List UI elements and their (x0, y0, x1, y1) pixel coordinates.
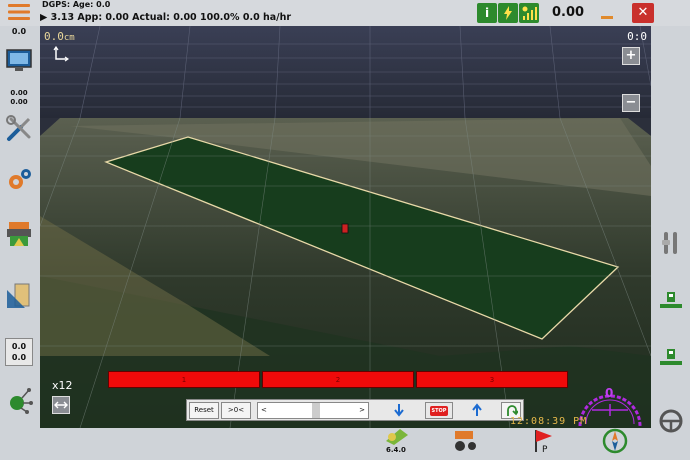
width-toggle-button[interactable] (52, 396, 70, 414)
clock: 12:08:39 PM (510, 416, 588, 427)
compass-icon[interactable] (602, 428, 628, 454)
cross-track-offset: 0.0cm (44, 30, 75, 43)
stop-button[interactable]: STOP (425, 402, 453, 419)
monitor-icon (6, 49, 32, 71)
bolt-icon (504, 6, 512, 20)
map-view[interactable]: 0.0cm 0:0 + − x12 1 2 3 0 (40, 26, 651, 428)
left-toolbar: 0.0 0.00 0.00 0.0 0.0 (0, 0, 38, 460)
network-nodes-icon (10, 388, 33, 414)
dgps-age: DGPS: Age: 0.0 (42, 0, 111, 9)
field-app-icon[interactable] (382, 425, 412, 447)
arrow-up-icon (472, 403, 482, 416)
version-label: 6.4.0 (386, 446, 406, 454)
settings-button[interactable] (5, 166, 33, 194)
field-map (40, 26, 651, 428)
tram-right-icon (660, 349, 682, 365)
slider-right-arrow[interactable]: > (359, 403, 365, 418)
move-down-button[interactable] (387, 402, 411, 417)
menu-button[interactable] (5, 1, 33, 23)
field-data-button[interactable] (5, 220, 33, 248)
box-value2: 0.0 (11, 353, 27, 362)
autosteer-button[interactable] (658, 408, 684, 434)
section-2[interactable]: 2 (262, 371, 414, 388)
tram-line-right-button[interactable] (658, 345, 684, 371)
gears-icon (9, 169, 31, 189)
tools-button[interactable] (5, 115, 33, 143)
close-button[interactable]: ✕ (632, 3, 654, 23)
close-icon: ✕ (637, 5, 649, 20)
axis-toggle-button[interactable] (53, 46, 69, 62)
slider-thumb[interactable] (312, 403, 320, 418)
flag-icon[interactable]: P (530, 428, 556, 454)
section-1[interactable]: 1 (108, 371, 260, 388)
printer-field-icon (7, 222, 31, 246)
top-status-bar: DGPS: Age: 0.0 ▶ 3.13 App: 0.00 Actual: … (0, 0, 690, 26)
stop-icon: STOP (429, 406, 449, 416)
zoom-out-button[interactable]: − (622, 94, 640, 112)
speed-readout: 0.00 (552, 5, 585, 20)
plus-icon: + (625, 48, 637, 63)
tram-left-icon (660, 292, 682, 308)
info-icon[interactable]: i (477, 3, 497, 23)
zoom-in-button[interactable]: + (622, 47, 640, 65)
hamburger-icon (8, 4, 30, 20)
svg-text:P: P (542, 445, 548, 454)
left-value2-bottom: 0.00 (10, 98, 28, 106)
wrench-screwdriver-icon (6, 115, 31, 141)
power-icon[interactable] (498, 3, 518, 23)
offset-right-readout: 0:0 (627, 30, 647, 43)
application-status: ▶ 3.13 App: 0.00 Actual: 0.00 100.0% 0.0… (40, 12, 292, 23)
arrow-down-icon (394, 404, 404, 417)
minus-icon: − (625, 95, 637, 110)
steering-wheel-icon (659, 409, 683, 433)
satellite-icon (522, 6, 537, 20)
box-value1: 0.0 (11, 342, 27, 351)
left-value-top: 0.0 (11, 27, 27, 36)
gauge-value: 0 (605, 386, 614, 400)
ruler-triangle-icon (7, 283, 30, 308)
guidance-toolbar: Reset >0< < > STOP (186, 399, 524, 421)
slider-left-arrow[interactable]: < (261, 403, 267, 418)
value-box-button[interactable]: 0.0 0.0 (5, 338, 33, 366)
sliders-icon (662, 232, 677, 254)
vehicle-settings-button[interactable] (658, 230, 684, 256)
offset-value: 0.0 (44, 30, 64, 43)
section-bar: 1 2 3 (108, 371, 568, 388)
move-up-button[interactable] (465, 402, 489, 417)
minimize-icon (601, 16, 613, 19)
offset-unit: cm (63, 33, 75, 43)
tram-line-left-button[interactable] (658, 288, 684, 314)
gps-signal-icon[interactable] (519, 3, 539, 23)
implement-icon[interactable] (452, 428, 478, 454)
minimize-button[interactable] (598, 4, 616, 22)
reset-button[interactable]: Reset (189, 402, 219, 419)
section-3[interactable]: 3 (416, 371, 568, 388)
network-button[interactable] (5, 386, 33, 414)
horizontal-arrows-icon (54, 401, 68, 409)
left-value2-top: 0.00 (10, 89, 28, 97)
display-button[interactable] (5, 46, 33, 74)
axis-arrows-icon (53, 46, 69, 62)
center-button[interactable]: >0< (221, 402, 251, 419)
geometry-button[interactable] (5, 282, 33, 310)
zoom-level: x12 (52, 379, 73, 392)
nudge-slider[interactable]: < > (257, 402, 369, 419)
